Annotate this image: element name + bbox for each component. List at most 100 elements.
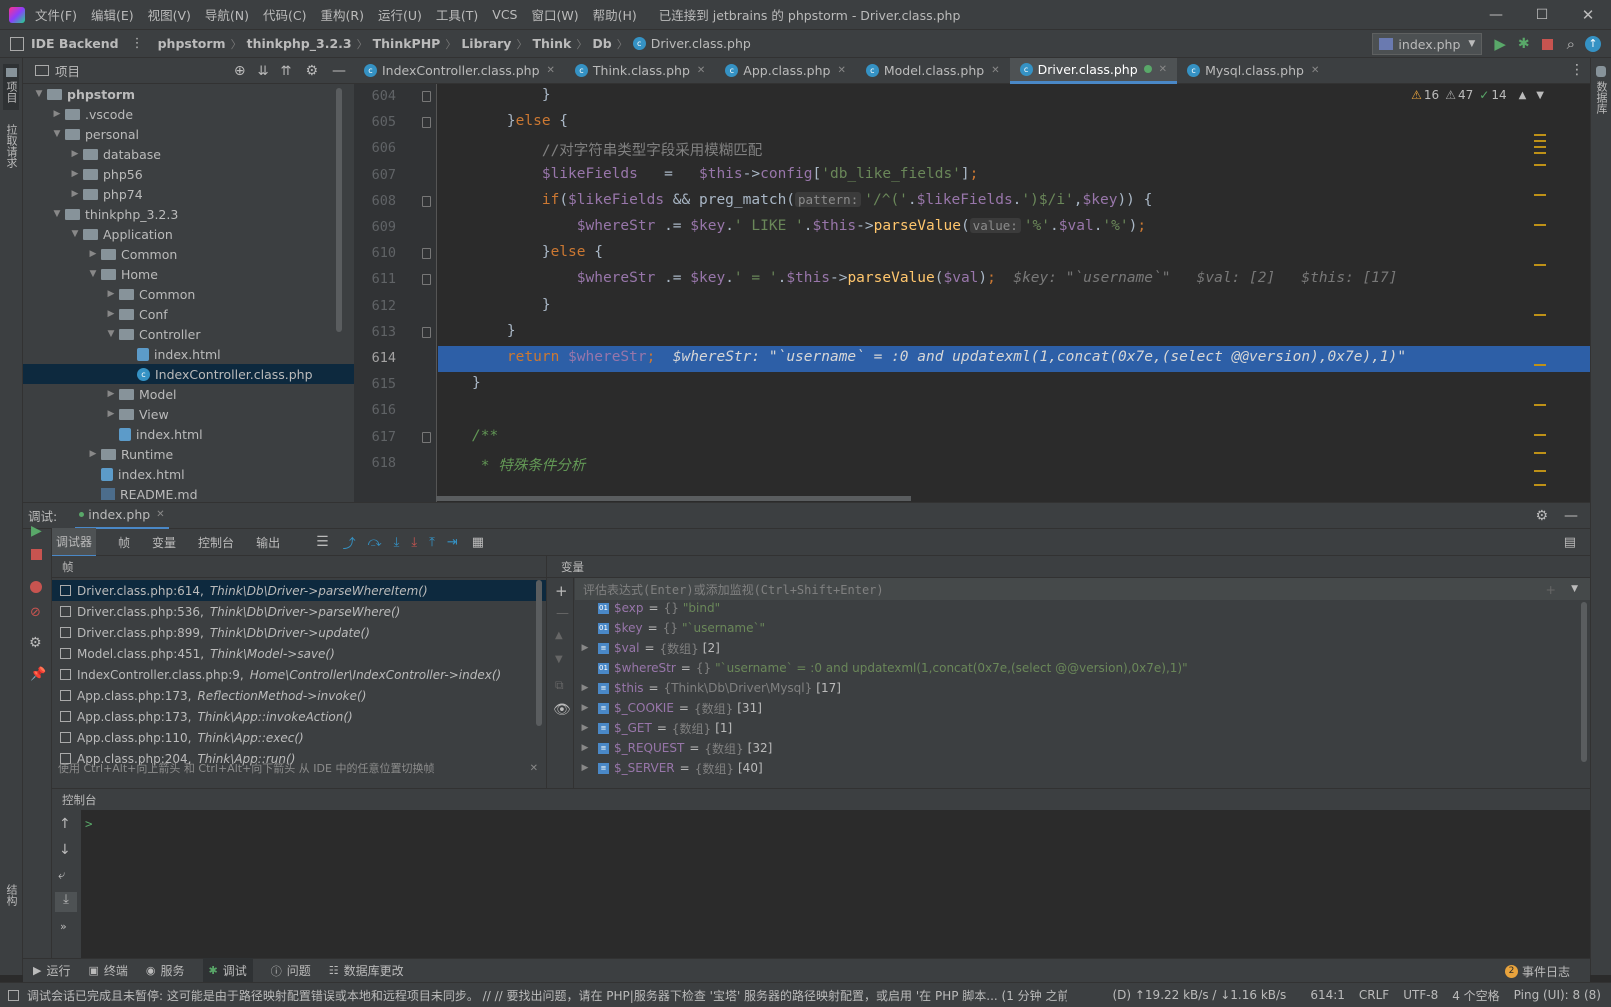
scroll-to-end-icon[interactable]: ⤓ <box>55 892 77 912</box>
editor-tab[interactable]: c Think.class.php ✕ <box>565 58 715 84</box>
chevron-right-icon[interactable]: ▶ <box>49 109 65 119</box>
locate-icon[interactable]: ⊕ <box>234 63 246 79</box>
stripe-mark[interactable] <box>1534 152 1546 154</box>
stripe-mark[interactable] <box>1534 364 1546 366</box>
stripe-mark[interactable] <box>1534 164 1546 166</box>
inspection-widget[interactable]: ⚠ 16 ⚠ 47 ✓ 14 ▲ ▼ <box>1411 88 1544 102</box>
tree-item[interactable]: ▶ php56 <box>23 164 354 184</box>
stripe-mark[interactable] <box>1534 224 1546 226</box>
tree-scrollbar[interactable] <box>336 88 342 332</box>
chevron-right-icon[interactable]: ▶ <box>67 149 83 159</box>
variable-row[interactable]: 01 $key = {} "`username`" <box>575 618 1575 638</box>
variable-row[interactable]: 01 $whereStr = {} "`username` = :0 and updat… <box>575 658 1575 678</box>
debug-tool-tab[interactable]: 帧 <box>118 534 130 551</box>
stripe-mark[interactable] <box>1534 140 1546 142</box>
add-watch-icon[interactable]: + <box>555 582 568 600</box>
tree-item[interactable]: ▶ Runtime <box>23 444 354 464</box>
menu-item[interactable]: 文件(F) <box>35 5 77 24</box>
code-editor[interactable]: 604 605 606 607 608 609 610 611 612 613 614 615 616 6… <box>354 84 1590 502</box>
status-message[interactable]: 调试会话已完成且未暂停: 这可能是由于路径映射配置错误或本地和远程项目未同步。 … <box>27 987 1067 1004</box>
variable-row[interactable]: ▶ ≡ $this = {Think\Db\Driver\Mysql} [17] <box>575 678 1575 698</box>
chevron-down-icon[interactable]: ▼ <box>85 269 101 279</box>
menu-item[interactable]: 帮助(H) <box>593 5 637 24</box>
stack-frame[interactable]: IndexController.class.php:9, Home\Control… <box>52 664 546 685</box>
project-name[interactable]: IDE Backend <box>31 36 119 51</box>
chevron-up-icon[interactable]: ▲ <box>1519 90 1527 101</box>
soft-wrap-icon[interactable]: ⤶ <box>58 868 65 883</box>
variable-row[interactable]: ▶ ≡ $_REQUEST = {数组} [32] <box>575 738 1575 758</box>
tree-item[interactable]: index.html <box>23 464 354 484</box>
tree-item[interactable]: ▶ Common <box>23 284 354 304</box>
step-over-icon[interactable]: ⤼ <box>368 535 382 550</box>
tree-item[interactable]: ▼ phpstorm <box>23 84 354 104</box>
add-icon[interactable]: + <box>1546 582 1556 597</box>
breadcrumb-item[interactable]: Db <box>592 36 611 51</box>
fold-marker-icon[interactable] <box>422 274 431 286</box>
variable-row[interactable]: ▶ ≡ $_GET = {数组} [1] <box>575 718 1575 738</box>
remove-watch-icon[interactable]: — <box>556 606 569 621</box>
debug-tool-tab[interactable]: 输出 <box>256 534 280 551</box>
chevron-right-icon[interactable]: ▶ <box>103 409 119 419</box>
menu-item[interactable]: 视图(V) <box>148 5 191 24</box>
app-logo[interactable] <box>9 6 25 23</box>
database-tool-button[interactable]: 数据库 <box>1593 66 1609 117</box>
evaluate-icon[interactable]: ▦ <box>472 535 484 550</box>
mute-breakpoints-icon[interactable]: ⊘ <box>30 605 41 620</box>
stack-frame[interactable]: App.class.php:173, ReflectionMethod->invo… <box>52 685 546 706</box>
tree-item[interactable]: ▶ View <box>23 404 354 424</box>
settings-icon[interactable]: ⚙ <box>29 635 42 651</box>
menu-item[interactable]: 代码(C) <box>263 5 306 24</box>
collapse-all-icon[interactable]: ⇈ <box>281 64 292 79</box>
fold-marker-icon[interactable] <box>422 431 431 443</box>
fold-marker-icon[interactable] <box>422 91 431 102</box>
project-panel-title[interactable]: 项目 <box>55 61 80 80</box>
tree-item[interactable]: README.md <box>23 484 354 502</box>
run-to-cursor-icon[interactable]: ⇥ <box>447 535 458 550</box>
chevron-down-icon[interactable]: ▼ <box>49 209 65 219</box>
close-icon[interactable]: ✕ <box>1565 6 1611 24</box>
menu-item[interactable]: 编辑(E) <box>91 5 134 24</box>
debug-session-tab[interactable]: index.php ✕ <box>75 503 169 529</box>
run-icon[interactable]: ▶ <box>1494 35 1506 53</box>
tree-item[interactable]: index.html <box>23 344 354 364</box>
stripe-mark[interactable] <box>1534 484 1546 486</box>
variable-row[interactable]: ▶ ≡ $_SERVER = {数组} [40] <box>575 758 1575 778</box>
indent-setting[interactable]: 4 个空格 <box>1452 987 1499 1004</box>
stack-frame[interactable]: Driver.class.php:536, Think\Db\Driver->pa… <box>52 601 546 622</box>
layout-icon[interactable]: ▤ <box>1564 535 1576 550</box>
chevron-right-icon[interactable]: ▶ <box>67 189 83 199</box>
close-icon[interactable]: ✕ <box>156 509 164 520</box>
variables-scrollbar[interactable] <box>1581 602 1587 762</box>
force-step-into-icon[interactable]: ⤓ <box>411 535 417 550</box>
chevron-down-icon[interactable]: ▼ <box>103 329 119 339</box>
stack-frame[interactable]: App.class.php:173, Think\App::invokeActio… <box>52 706 546 727</box>
variable-row[interactable]: ▶ ≡ $_COOKIE = {数组} [31] <box>575 698 1575 718</box>
chevron-right-icon[interactable]: ▶ <box>577 643 593 653</box>
editor-tab[interactable]: c Model.class.php ✕ <box>856 58 1010 84</box>
close-icon[interactable]: ✕ <box>991 65 999 76</box>
close-icon[interactable]: ✕ <box>1311 65 1319 76</box>
project-tool-button[interactable]: 项目 <box>3 64 19 110</box>
chevron-right-icon[interactable]: ▶ <box>103 309 119 319</box>
close-icon[interactable]: ✕ <box>1159 64 1167 75</box>
chevron-right-icon[interactable]: ▶ <box>577 703 593 713</box>
arrow-down-icon[interactable]: ↓ <box>59 842 71 858</box>
menu-item[interactable]: 工具(T) <box>436 5 478 24</box>
expand-all-icon[interactable]: ⇊ <box>258 64 269 79</box>
editor-tab[interactable]: c IndexController.class.php ✕ <box>354 58 565 84</box>
run-config-select[interactable]: index.php ▼ <box>1372 33 1483 55</box>
bottom-tab[interactable]: ☷ 数据库更改 <box>329 958 404 983</box>
chevron-right-icon[interactable]: ▶ <box>67 169 83 179</box>
hide-icon[interactable]: — <box>1564 508 1578 524</box>
chevron-down-icon[interactable]: ▼ <box>1571 584 1578 594</box>
debug-tool-tab[interactable]: 调试器 <box>52 527 97 557</box>
fold-marker-icon[interactable] <box>422 248 431 260</box>
minimize-icon[interactable]: — <box>1473 7 1519 23</box>
close-icon[interactable]: ✕ <box>697 65 705 76</box>
update-icon[interactable]: ↑ <box>1585 36 1601 52</box>
show-execution-point-icon[interactable]: ⤴ <box>343 533 356 552</box>
stack-frame[interactable]: Driver.class.php:614, Think\Db\Driver->pa… <box>52 580 546 601</box>
menu-item[interactable]: 导航(N) <box>205 5 249 24</box>
chevron-right-icon[interactable]: ▶ <box>577 683 593 693</box>
close-icon[interactable]: ✕ <box>547 65 555 76</box>
